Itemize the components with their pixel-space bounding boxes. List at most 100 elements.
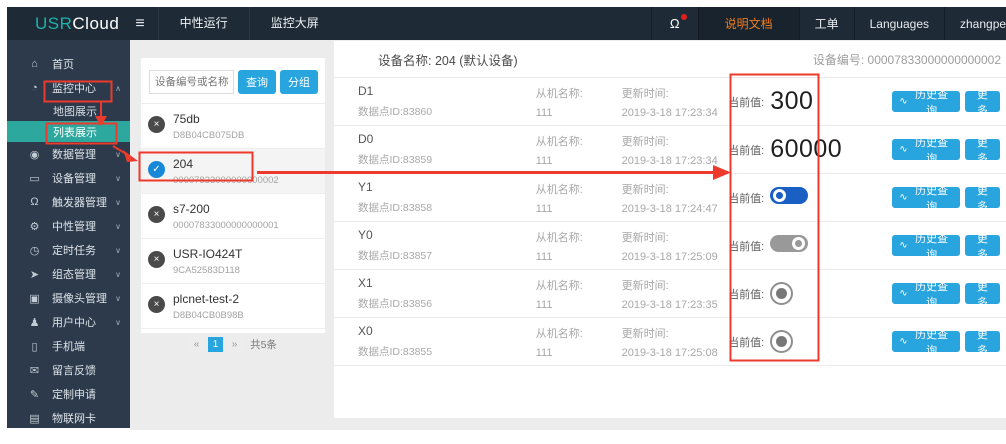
device-number-label: 设备编号: <box>812 52 865 67</box>
update-time-label: 更新时间: <box>621 279 669 292</box>
history-query-button[interactable]: ∿ 历史查询 <box>892 89 960 117</box>
usr-cloud-logo: USRCloud <box>35 14 119 34</box>
current-value-cell: 当前值: <box>728 282 892 305</box>
history-icon: ∿ <box>899 336 908 347</box>
group-button[interactable]: 分组 <box>280 70 318 94</box>
device-icon: ▭ <box>29 172 40 185</box>
work-order-link[interactable]: 工单 <box>798 7 854 40</box>
home-icon: ⌂ <box>31 58 38 70</box>
content-area: 查询 分组 × 75db D8B04CB075DB ✓ 204 00007833… <box>130 40 1006 430</box>
chevron-down-icon: ∨ <box>115 269 121 279</box>
value-toggle-on[interactable] <box>770 186 809 204</box>
value-radio[interactable] <box>770 330 794 353</box>
chevron-down-icon: ∨ <box>115 197 121 207</box>
update-time-value: 2019-3-18 17:23:34 <box>621 154 718 167</box>
page-1-button[interactable]: 1 <box>208 337 224 352</box>
device-list-item[interactable]: × USR-IO424T 9CA52583D118 <box>141 239 325 284</box>
device-name: s7-200 <box>173 202 210 216</box>
sidebar-item-15[interactable]: ▤ 物联网卡 <box>7 406 130 428</box>
device-text: 75db D8B04CB075DB <box>173 112 244 141</box>
notification-button[interactable]: Ω <box>650 7 698 40</box>
datapoint-name: X0 <box>358 324 373 338</box>
history-query-button[interactable]: ∿ 历史查询 <box>892 281 960 309</box>
prev-page-button[interactable]: « <box>189 337 205 352</box>
more-button[interactable]: 更多 <box>964 329 1000 357</box>
current-value-cell: 当前值: <box>728 330 892 353</box>
update-time-label: 更新时间: <box>621 87 669 100</box>
update-time-value: 2019-3-18 17:24:47 <box>621 202 718 215</box>
device-id: D8B04CB0B98B <box>173 310 244 321</box>
send-icon: ➤ <box>29 268 40 281</box>
sidebar-item-9[interactable]: ➤ 组态管理 ∨ <box>7 262 130 286</box>
sidebar-item-7[interactable]: ⚙ 中性管理 ∨ <box>7 214 130 238</box>
sidebar-item-6[interactable]: Ω 触发器管理 ∨ <box>7 190 130 214</box>
tab-neutral-run[interactable]: 中性运行 <box>157 7 249 40</box>
current-value-cell: 当前值: 300 <box>728 87 892 116</box>
top-navbar: USRCloud ≡ 中性运行 监控大屏 Ω 说明文档 工单 Languages… <box>7 7 1006 40</box>
more-button[interactable]: 更多 <box>964 89 1000 117</box>
toggle-knob <box>792 236 806 250</box>
sidebar-item-13[interactable]: ✉ 留言反馈 <box>7 358 130 382</box>
row-actions: ∿ 历史查询 更多 <box>892 281 1006 309</box>
sidebar-item-12[interactable]: ▯ 手机端 <box>7 334 130 358</box>
doc-link[interactable]: 说明文档 <box>697 7 799 40</box>
history-query-button[interactable]: ∿ 历史查询 <box>892 185 960 213</box>
device-list-item[interactable]: × s7-200 00007833000000000001 <box>141 194 325 239</box>
current-value-slot <box>770 186 809 209</box>
offline-icon: × <box>148 251 165 268</box>
data-icon: ◉ <box>29 148 40 161</box>
current-value-slot <box>770 282 794 305</box>
device-list-item[interactable]: × plcnet-test-2 D8B04CB0B98B <box>141 284 325 329</box>
value-radio[interactable] <box>770 282 794 305</box>
chevron-down-icon: ∨ <box>115 221 121 231</box>
more-button[interactable]: 更多 <box>964 185 1000 213</box>
more-button[interactable]: 更多 <box>964 233 1000 261</box>
languages-link[interactable]: Languages <box>853 7 944 40</box>
notification-bell-icon: Ω <box>669 16 680 31</box>
datapoint-id: 数据点ID:83856 <box>358 298 433 310</box>
sidebar-item-10[interactable]: ▣ 摄像头管理 ∨ <box>7 286 130 310</box>
more-button[interactable]: 更多 <box>964 137 1000 165</box>
row-actions: ∿ 历史查询 更多 <box>892 329 1006 357</box>
device-id: 00007833000000000001 <box>173 220 279 231</box>
current-value-label: 当前值: <box>728 96 765 109</box>
sidebar-item-0[interactable]: ⌂ 首页 <box>7 52 130 76</box>
device-list-item[interactable]: ✓ 204 00007833000000000002 <box>141 149 325 194</box>
value-toggle-off[interactable] <box>770 234 809 252</box>
sidebar-item-1[interactable]: ◔ 监控中心 ∧ <box>7 76 130 100</box>
datapoint-row: X1 数据点ID:83856 从机名称: 111 更新时间: 2019-3-18… <box>334 270 1006 318</box>
sidebar-item-4[interactable]: ◉ 数据管理 ∨ <box>7 142 130 166</box>
sidebar-item-11[interactable]: ♟ 用户中心 ∨ <box>7 310 130 334</box>
more-button[interactable]: 更多 <box>964 281 1000 309</box>
datapoint-row: D0 数据点ID:83859 从机名称: 111 更新时间: 2019-3-18… <box>334 126 1006 174</box>
history-query-button[interactable]: ∿ 历史查询 <box>892 329 960 357</box>
offline-icon: × <box>148 206 165 223</box>
datapoint-id: 数据点ID:83857 <box>358 250 433 262</box>
username-menu[interactable]: zhangpeng12 <box>944 7 1006 40</box>
history-query-button[interactable]: ∿ 历史查询 <box>892 137 960 165</box>
sidebar-item-14[interactable]: ✎ 定制申请 <box>7 382 130 406</box>
device-list: × 75db D8B04CB075DB ✓ 204 00007833000000… <box>141 104 325 329</box>
device-list-item[interactable]: × 75db D8B04CB075DB <box>141 104 325 149</box>
search-button[interactable]: 查询 <box>238 70 276 94</box>
device-search-row: 查询 分组 <box>141 58 325 104</box>
current-value-cell: 当前值: <box>728 186 892 209</box>
sidebar-item-2[interactable]: 地图展示 <box>7 100 130 121</box>
current-value-label: 当前值: <box>728 192 765 205</box>
device-id: D8B04CB075DB <box>173 130 245 141</box>
update-time-label: 更新时间: <box>621 327 669 340</box>
sidebar-item-8[interactable]: ◷ 定时任务 ∨ <box>7 238 130 262</box>
tab-monitor-screen[interactable]: 监控大屏 <box>248 7 340 40</box>
sidebar-item-3[interactable]: 列表展示 <box>7 121 130 142</box>
slave-label: 从机名称: <box>535 327 583 340</box>
history-query-button[interactable]: ∿ 历史查询 <box>892 233 960 261</box>
current-value-cell: 当前值: <box>728 234 892 257</box>
menu-icon[interactable]: ≡ <box>135 15 144 33</box>
history-query-label: 历史查询 <box>915 136 949 165</box>
update-time-value: 2019-3-18 17:25:08 <box>621 346 718 359</box>
sidebar-item-label: 列表展示 <box>53 126 97 139</box>
update-time-value: 2019-3-18 17:23:35 <box>621 298 718 311</box>
next-page-button[interactable]: » <box>227 337 243 352</box>
sidebar-item-5[interactable]: ▭ 设备管理 ∨ <box>7 166 130 190</box>
device-search-input[interactable] <box>149 70 234 94</box>
